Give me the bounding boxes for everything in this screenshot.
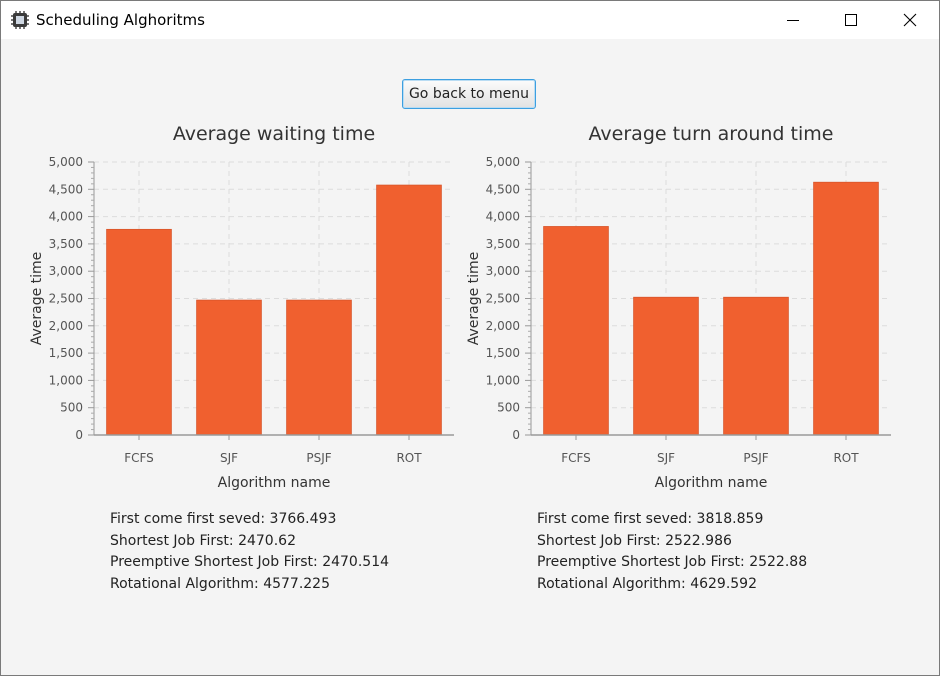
y-tick-label: 500	[60, 401, 83, 415]
y-tick-label: 2,000	[486, 319, 520, 333]
y-tick-label: 3,500	[49, 237, 83, 251]
y-tick-label: 1,000	[486, 373, 520, 387]
go-back-to-menu-button[interactable]: Go back to menu	[402, 79, 536, 109]
minimize-icon	[787, 20, 799, 21]
y-tick-label: 2,000	[49, 319, 83, 333]
waiting-time-summary: First come first seved: 3766.493 Shortes…	[110, 509, 389, 595]
y-tick-label: 3,500	[486, 237, 520, 251]
x-tick-label: ROT	[833, 451, 859, 465]
summary-line: First come first seved: 3766.493	[110, 511, 337, 527]
app-chip-icon	[11, 11, 29, 29]
y-tick-label: 4,000	[49, 210, 83, 224]
y-tick-label: 500	[497, 401, 520, 415]
chart-title: Average waiting time	[173, 123, 375, 145]
y-tick-label: 2,500	[486, 292, 520, 306]
x-tick-label: SJF	[657, 451, 675, 465]
turnaround-time-summary: First come first seved: 3818.859 Shortes…	[537, 509, 807, 595]
y-tick-label: 0	[512, 428, 520, 442]
y-tick-label: 4,500	[49, 182, 83, 196]
y-axis-label: Average time	[29, 252, 45, 346]
x-tick-label: SJF	[220, 451, 238, 465]
summary-line: Shortest Job First: 2522.986	[537, 532, 732, 549]
title-bar[interactable]: Scheduling Alghoritms	[1, 1, 939, 39]
turnaround-time-chart: Average turn around time 0 500 1,000 1,500 2,…	[466, 123, 891, 491]
bar-sjf	[196, 299, 262, 436]
close-icon	[903, 13, 917, 27]
y-tick-label: 4,500	[486, 182, 520, 196]
y-tick-label: 5,000	[49, 155, 83, 169]
y-tick-label: 3,000	[49, 264, 83, 278]
y-axis-label: Average time	[466, 252, 482, 346]
summary-line: Shortest Job First: 2470.62	[110, 532, 296, 549]
bar-sjf	[633, 296, 699, 436]
summary-line: Rotational Algorithm: 4577.225	[110, 575, 331, 592]
summary-line: First come first seved: 3818.859	[537, 511, 764, 527]
minimize-button[interactable]	[764, 1, 822, 39]
y-tick-label: 2,500	[49, 292, 83, 306]
summary-line: Preemptive Shortest Job First: 2470.514	[110, 554, 390, 570]
y-tick-label: 1,500	[49, 346, 83, 360]
summary-line: Preemptive Shortest Job First: 2522.88	[537, 554, 808, 570]
y-tick-label: 4,000	[486, 210, 520, 224]
x-tick-label: FCFS	[561, 451, 591, 465]
y-tick-label: 1,000	[49, 373, 83, 387]
x-axis-label: Algorithm name	[218, 475, 331, 491]
y-tick-label: 5,000	[486, 155, 520, 169]
window-title: Scheduling Alghoritms	[36, 11, 205, 29]
close-button[interactable]	[881, 1, 939, 39]
maximize-button[interactable]	[822, 1, 880, 39]
x-tick-label: PSJF	[743, 451, 768, 465]
bar-rot	[813, 181, 879, 436]
y-tick-label: 3,000	[486, 264, 520, 278]
bar-psjf	[286, 299, 352, 436]
x-axis-label: Algorithm name	[655, 475, 768, 491]
chart-title: Average turn around time	[589, 123, 834, 145]
bar-fcfs	[543, 226, 609, 436]
app-window: Scheduling Alghoritms Go back to menu Av…	[0, 0, 940, 676]
x-tick-label: PSJF	[306, 451, 331, 465]
bar-rot	[376, 184, 442, 436]
bar-psjf	[723, 296, 789, 436]
x-tick-label: FCFS	[124, 451, 154, 465]
summary-line: Rotational Algorithm: 4629.592	[537, 575, 758, 592]
bar-fcfs	[106, 228, 172, 436]
waiting-time-chart: Average waiting time 0 500 1,000 1,500 2,000 2…	[29, 123, 454, 491]
maximize-icon	[845, 14, 857, 26]
y-tick-label: 0	[75, 428, 83, 442]
y-tick-label: 1,500	[486, 346, 520, 360]
x-tick-label: ROT	[396, 451, 422, 465]
